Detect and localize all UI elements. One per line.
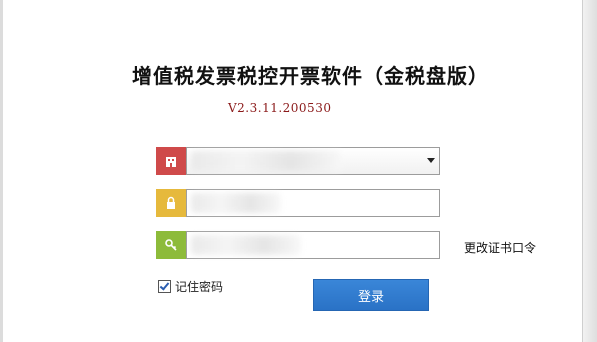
redacted-password (191, 235, 301, 255)
app-title: 增值税发票税控开票软件（金税盘版） (132, 64, 489, 88)
building-icon (156, 147, 186, 175)
window-left-edge (0, 0, 3, 342)
remember-password[interactable]: 记住密码 (158, 278, 223, 295)
login-window: 增值税发票税控开票软件（金税盘版） V2.3.11.200530 更改证书口令 … (0, 0, 597, 342)
key-icon (156, 231, 186, 259)
remember-password-label: 记住密码 (175, 280, 224, 294)
login-button[interactable]: 登录 (313, 279, 429, 311)
remember-password-checkbox[interactable] (158, 280, 171, 293)
password-field[interactable] (186, 231, 440, 259)
change-certificate-password-link[interactable]: 更改证书口令 (464, 239, 536, 256)
redacted-certificate-password (191, 193, 281, 213)
chevron-down-icon[interactable] (427, 158, 435, 163)
certificate-password-field[interactable] (186, 189, 440, 217)
taxpayer-select[interactable] (186, 147, 440, 175)
window-right-edge (582, 0, 597, 342)
version-label: V2.3.11.200530 (228, 101, 332, 115)
lock-icon (156, 189, 186, 217)
redacted-taxpayer (191, 151, 341, 171)
